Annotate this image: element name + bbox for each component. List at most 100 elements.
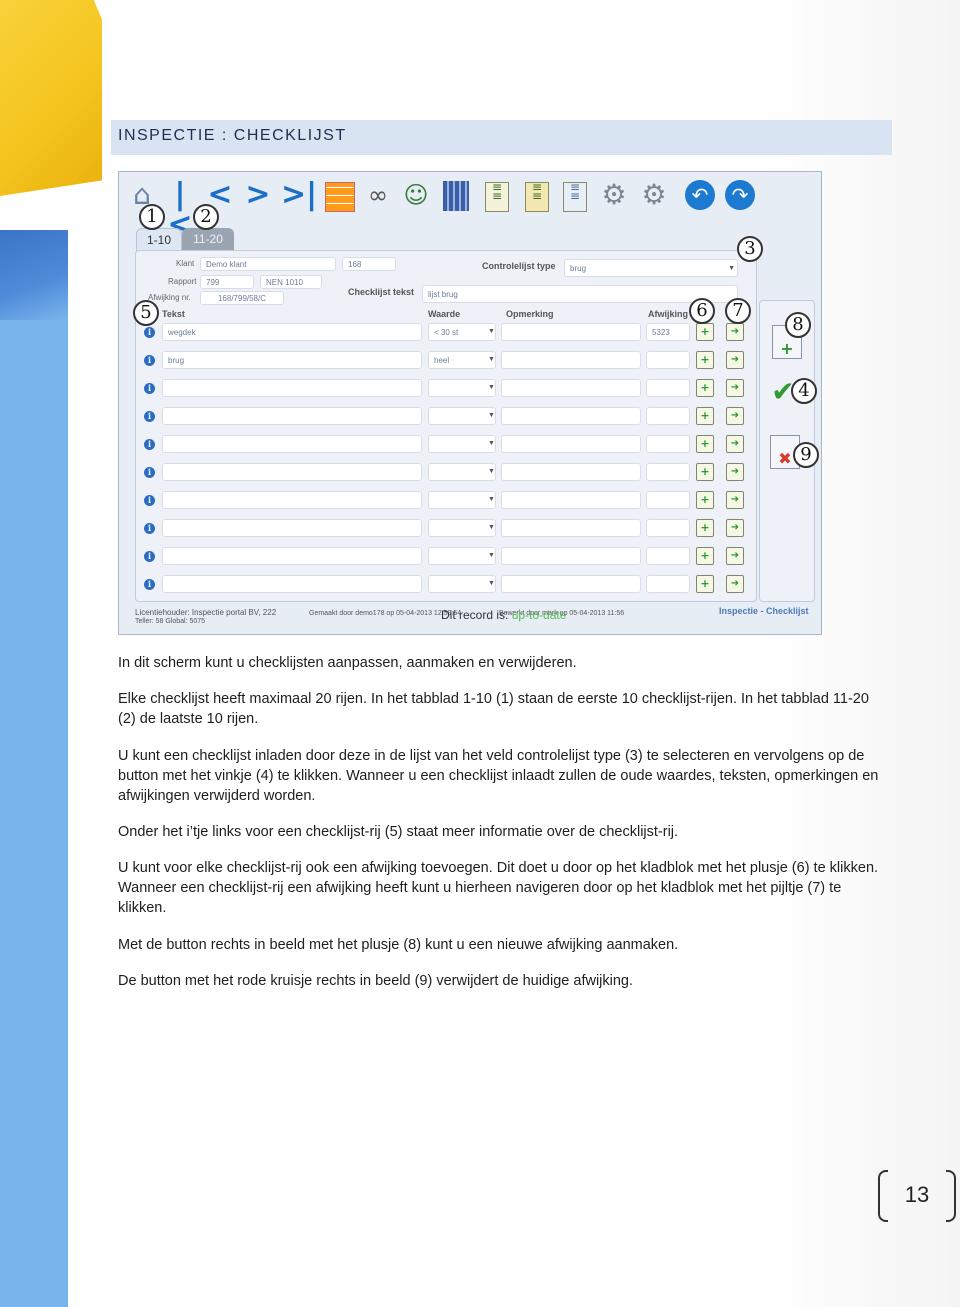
row-waarde-select[interactable] bbox=[428, 519, 496, 537]
row-tekst-field[interactable]: wegdek bbox=[162, 323, 422, 341]
first-icon[interactable]: |< bbox=[165, 180, 195, 240]
rapport-norm-field[interactable]: NEN 1010 bbox=[260, 275, 322, 289]
column-header-opmerking: Opmerking bbox=[506, 309, 554, 319]
info-icon[interactable]: i bbox=[144, 523, 155, 534]
notepad-plus-icon[interactable]: + bbox=[696, 547, 714, 565]
users-icon[interactable]: ☺ bbox=[401, 180, 431, 210]
notepad-plus-icon[interactable]: + bbox=[696, 491, 714, 509]
notepad-arrow-icon[interactable]: ➜ bbox=[726, 463, 744, 481]
info-icon[interactable]: i bbox=[144, 467, 155, 478]
afwijking-nr-field[interactable]: 168/799/58/C bbox=[200, 291, 284, 305]
info-icon[interactable]: i bbox=[144, 411, 155, 422]
row-tekst-field[interactable] bbox=[162, 463, 422, 481]
last-icon[interactable]: >| bbox=[281, 180, 317, 210]
callout-4: 4 bbox=[791, 378, 817, 404]
doc-yellow-icon[interactable]: ≡ ≡ bbox=[525, 181, 549, 212]
notepad-arrow-icon[interactable]: ➜ bbox=[726, 323, 744, 341]
info-icon[interactable]: i bbox=[144, 439, 155, 450]
callout-3: 3 bbox=[737, 236, 763, 262]
info-icon[interactable]: i bbox=[144, 355, 155, 366]
info-icon[interactable]: i bbox=[144, 383, 155, 394]
chevron-down-icon: ▼ bbox=[488, 496, 495, 503]
chevron-down-icon: ▼ bbox=[488, 356, 495, 363]
notepad-arrow-icon[interactable]: ➜ bbox=[726, 491, 744, 509]
notepad-arrow-icon[interactable]: ➜ bbox=[726, 547, 744, 565]
row-waarde-select[interactable] bbox=[428, 407, 496, 425]
info-icon[interactable]: i bbox=[144, 495, 155, 506]
notepad-plus-icon[interactable]: + bbox=[696, 463, 714, 481]
notepad-arrow-icon[interactable]: ➜ bbox=[726, 575, 744, 593]
afwijking-nr-label: Afwijking nr. bbox=[148, 293, 191, 302]
row-tekst-field[interactable] bbox=[162, 407, 422, 425]
callout-8: 8 bbox=[785, 312, 811, 338]
building-icon[interactable] bbox=[443, 181, 469, 211]
rapport-field[interactable]: 799 bbox=[200, 275, 254, 289]
bracket-right bbox=[946, 1170, 956, 1222]
callout-5: 5 bbox=[133, 300, 159, 326]
forward-icon[interactable]: ↷ bbox=[725, 180, 755, 210]
doc-blue-icon[interactable]: ≡ ≡ bbox=[563, 181, 587, 212]
row-tekst-field[interactable] bbox=[162, 379, 422, 397]
licentie-text: Licentiehouder: Inspectie portal BV, 222 bbox=[135, 608, 277, 617]
table-row: i ▼ + ➜ bbox=[136, 575, 756, 597]
screenshot-footer: Licentiehouder: Inspectie portal BV, 222… bbox=[135, 604, 815, 630]
row-waarde-select[interactable] bbox=[428, 547, 496, 565]
notepad-arrow-icon[interactable]: ➜ bbox=[726, 379, 744, 397]
gear-warning-icon[interactable]: ⚙ bbox=[599, 180, 629, 210]
controlelijst-type-label: Controlelijst type bbox=[482, 261, 556, 271]
notepad-plus-icon[interactable]: + bbox=[696, 435, 714, 453]
row-tekst-field[interactable]: brug bbox=[162, 351, 422, 369]
decorative-yellow-shape bbox=[0, 0, 102, 196]
notepad-plus-icon[interactable]: + bbox=[696, 575, 714, 593]
table-row: i ▼ + ➜ bbox=[136, 435, 756, 457]
chevron-down-icon: ▼ bbox=[488, 552, 495, 559]
klant-field[interactable]: Demo klant bbox=[200, 257, 336, 271]
page-number: 13 bbox=[904, 1182, 930, 1207]
info-icon[interactable]: i bbox=[144, 327, 155, 338]
table-row: i ▼ + ➜ bbox=[136, 407, 756, 429]
notepad-plus-icon[interactable]: + bbox=[696, 519, 714, 537]
info-icon[interactable]: i bbox=[144, 551, 155, 562]
gemaakt-text: Gemaakt door demo178 op 05-04-2013 12:59… bbox=[309, 610, 462, 617]
row-tekst-field[interactable] bbox=[162, 435, 422, 453]
checklijst-tekst-field[interactable]: lijst brug bbox=[422, 285, 738, 303]
grid-icon[interactable] bbox=[325, 182, 355, 212]
notepad-arrow-icon[interactable]: ➜ bbox=[726, 351, 744, 369]
notepad-plus-icon[interactable]: + bbox=[696, 379, 714, 397]
notepad-arrow-icon[interactable]: ➜ bbox=[726, 407, 744, 425]
doc-green-icon[interactable]: ≡ ≡ bbox=[485, 181, 509, 212]
notepad-plus-icon[interactable]: + bbox=[696, 323, 714, 341]
row-tekst-field[interactable] bbox=[162, 491, 422, 509]
callout-7: 7 bbox=[725, 298, 751, 324]
binoculars-icon[interactable]: ∞ bbox=[363, 180, 393, 210]
row-tekst-field[interactable] bbox=[162, 547, 422, 565]
row-waarde-select[interactable] bbox=[428, 379, 496, 397]
row-tekst-field[interactable] bbox=[162, 519, 422, 537]
notepad-arrow-icon[interactable]: ➜ bbox=[726, 519, 744, 537]
back-icon[interactable]: ↶ bbox=[685, 180, 715, 210]
notepad-plus-icon[interactable]: + bbox=[696, 351, 714, 369]
notepad-arrow-icon[interactable]: ➜ bbox=[726, 435, 744, 453]
row-waarde-select[interactable] bbox=[428, 575, 496, 593]
paragraph-inladen: U kunt een checklijst inladen door deze … bbox=[118, 748, 879, 804]
next-icon[interactable]: > bbox=[243, 180, 273, 210]
notepad-plus-icon[interactable]: + bbox=[696, 407, 714, 425]
tab-11-20[interactable]: 11-20 bbox=[182, 228, 234, 250]
column-header-waarde: Waarde bbox=[428, 309, 461, 319]
controlelijst-type-select[interactable]: brug ▼ bbox=[564, 259, 738, 277]
record-status-value: up-to-date bbox=[511, 608, 567, 622]
klant-number-field[interactable]: 168 bbox=[342, 257, 396, 271]
page-number-box: 13 bbox=[878, 1170, 958, 1222]
row-waarde-select[interactable] bbox=[428, 463, 496, 481]
row-waarde-select[interactable] bbox=[428, 491, 496, 509]
gear-icon[interactable]: ⚙ bbox=[639, 180, 669, 210]
tab-1-10[interactable]: 1-10 bbox=[136, 228, 182, 251]
row-waarde-select[interactable]: < 30 st bbox=[428, 323, 496, 341]
row-tekst-field[interactable] bbox=[162, 575, 422, 593]
row-waarde-select[interactable] bbox=[428, 435, 496, 453]
paragraph-intro: In dit scherm kunt u checklijsten aanpas… bbox=[118, 655, 577, 671]
chevron-down-icon: ▼ bbox=[488, 412, 495, 419]
application-screenshot: ⌂ |< < > >| ∞ ☺ ≡ ≡ ≡ ≡ ≡ ≡ ⚙ ⚙ ↶ ↷ 1-10 11… bbox=[118, 171, 822, 635]
row-waarde-select[interactable]: heel bbox=[428, 351, 496, 369]
info-icon[interactable]: i bbox=[144, 579, 155, 590]
